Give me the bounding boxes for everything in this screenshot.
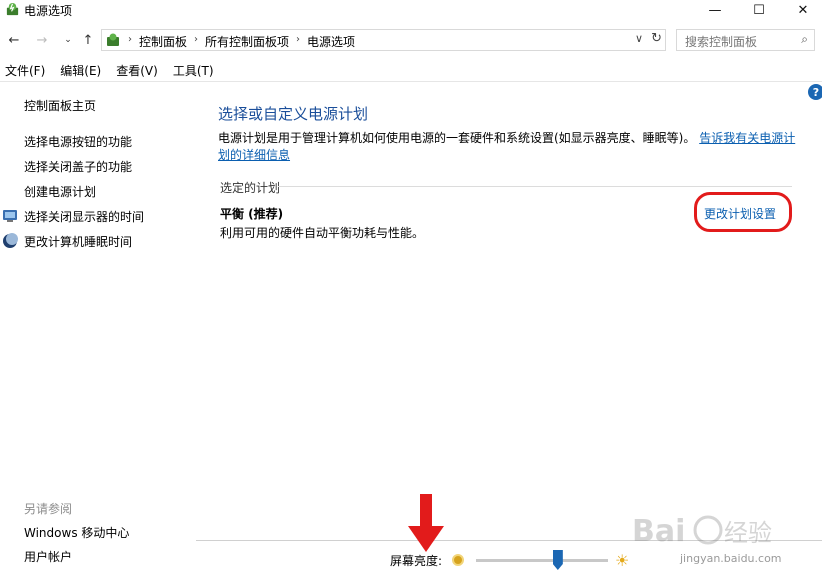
see-also-heading: 另请参阅: [24, 502, 73, 516]
page-description: 电源计划是用于管理计算机如何使用电源的一套硬件和系统设置(如显示器亮度、睡眠等)…: [218, 130, 798, 164]
plan-name: 平衡 (推荐): [220, 207, 284, 221]
arrow-left-icon[interactable]: ←: [5, 31, 23, 49]
brightness-low-icon: [452, 554, 464, 566]
search-box[interactable]: 搜索控制面板 ⌕: [676, 29, 815, 51]
watermark-url: jingyan.baidu.com: [680, 552, 782, 565]
search-icon[interactable]: ⌕: [801, 32, 808, 47]
window-title: 电源选项: [24, 4, 73, 18]
menu-tools[interactable]: 工具(T): [173, 62, 214, 80]
search-input[interactable]: 搜索控制面板: [685, 33, 757, 50]
annotation-arrow-icon: [408, 494, 444, 552]
selected-plan-group-label: 选定的计划: [220, 181, 281, 195]
see-also-link-mobility-center[interactable]: Windows 移动中心: [24, 524, 129, 541]
brightness-high-icon: ☀: [615, 551, 630, 570]
sidebar-link-sleep[interactable]: 更改计算机睡眠时间: [3, 233, 133, 250]
minimize-button[interactable]: —: [692, 0, 738, 20]
title-bar: 电源选项 — ☐ ✕: [0, 0, 822, 20]
control-panel-icon: [107, 33, 119, 46]
sidebar-link-label: 更改计算机睡眠时间: [24, 235, 133, 249]
navigation-bar: ← → ⌄ ↑ › 控制面板 › 所有控制面板项 › 电源选项 ∨ ↻ 搜索控制…: [0, 28, 822, 54]
see-also-link-user-accounts[interactable]: 用户帐户: [24, 548, 72, 565]
menu-edit[interactable]: 编辑(E): [60, 62, 101, 80]
sidebar-link-control-panel-home[interactable]: 控制面板主页: [24, 97, 96, 114]
sidebar-link-lid[interactable]: 选择关闭盖子的功能: [24, 158, 132, 175]
description-text: 电源计划是用于管理计算机如何使用电源的一套硬件和系统设置(如显示器亮度、睡眠等)…: [218, 131, 696, 145]
sidebar-link-create-plan[interactable]: 创建电源计划: [24, 183, 96, 200]
sidebar-link-display-off[interactable]: 选择关闭显示器的时间: [3, 208, 145, 225]
svg-text:经验: 经验: [724, 519, 772, 547]
breadcrumb-separator-icon[interactable]: ›: [296, 33, 300, 50]
arrow-right-icon[interactable]: →: [33, 31, 51, 49]
menu-bar: 文件(F) 编辑(E) 查看(V) 工具(T): [0, 62, 822, 82]
breadcrumb-item-power-options[interactable]: 电源选项: [307, 33, 355, 50]
breadcrumb-separator-icon[interactable]: ›: [194, 33, 198, 50]
sidebar-link-power-button[interactable]: 选择电源按钮的功能: [24, 133, 132, 150]
breadcrumb-item-control-panel[interactable]: 控制面板: [139, 33, 187, 50]
address-bar[interactable]: › 控制面板 › 所有控制面板项 › 电源选项 ∨ ↻: [101, 29, 666, 51]
plan-description: 利用可用的硬件自动平衡功耗与性能。: [220, 226, 425, 240]
breadcrumb-separator-icon: ›: [128, 34, 132, 45]
moon-icon: [3, 233, 18, 248]
power-options-icon: [6, 2, 19, 16]
page-title: 选择或自定义电源计划: [218, 105, 369, 123]
breadcrumb-item-all-items[interactable]: 所有控制面板项: [205, 33, 289, 50]
brightness-label: 屏幕亮度:: [390, 554, 443, 568]
svg-text:Bai: Bai: [632, 514, 685, 549]
brightness-slider[interactable]: [476, 559, 608, 562]
annotation-highlight-ring: [694, 192, 792, 232]
monitor-icon: [3, 210, 17, 222]
refresh-icon[interactable]: ↻: [651, 31, 662, 46]
breadcrumb: › 控制面板 › 所有控制面板项 › 电源选项: [128, 33, 355, 50]
sidebar: 控制面板主页 选择电源按钮的功能 选择关闭盖子的功能 创建电源计划 选择关闭显示…: [0, 82, 196, 584]
group-divider: [278, 186, 792, 187]
close-button[interactable]: ✕: [780, 0, 822, 20]
menu-file[interactable]: 文件(F): [5, 62, 45, 80]
maximize-button[interactable]: ☐: [736, 0, 782, 20]
help-icon[interactable]: ?: [808, 84, 822, 100]
arrow-up-icon[interactable]: ↑: [79, 31, 97, 49]
menu-view[interactable]: 查看(V): [116, 62, 158, 80]
address-dropdown-icon[interactable]: ∨: [635, 32, 643, 45]
sidebar-link-label: 选择关闭显示器的时间: [24, 210, 145, 224]
recent-locations-chevron-icon[interactable]: ⌄: [59, 31, 77, 49]
